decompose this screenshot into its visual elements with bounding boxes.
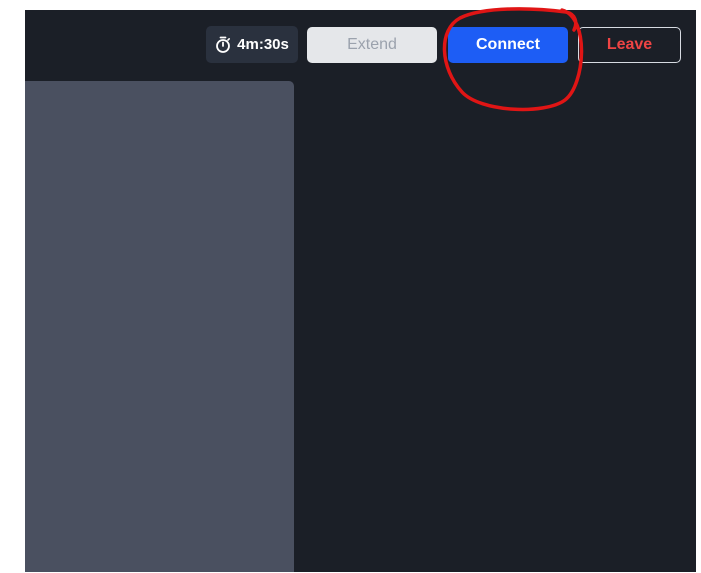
session-timer: 4m:30s [206,26,298,63]
leave-button[interactable]: Leave [578,27,681,63]
app-frame: 4m:30s Extend Connect Leave [25,10,696,572]
stopwatch-icon [215,36,231,53]
side-panel [25,81,294,572]
extend-button[interactable]: Extend [307,27,437,63]
timer-value: 4m:30s [237,36,289,53]
connect-button[interactable]: Connect [448,27,568,63]
